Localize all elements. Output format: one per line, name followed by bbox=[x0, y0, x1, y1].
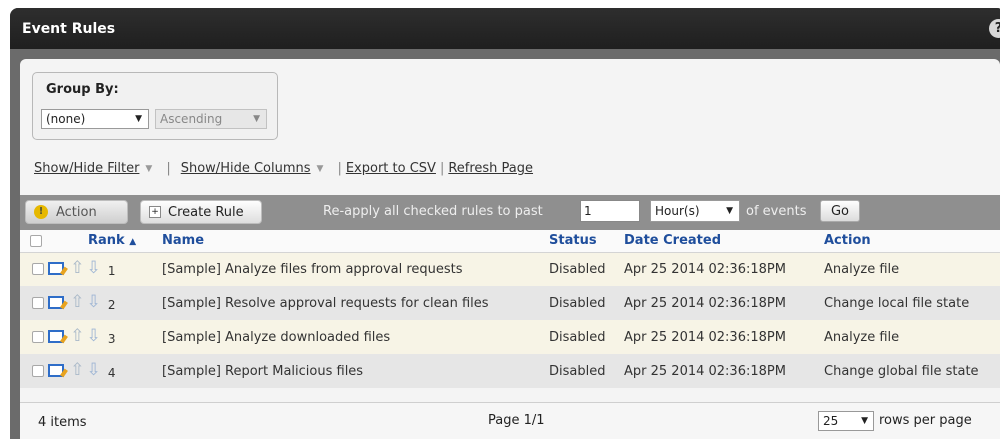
row-checkbox[interactable] bbox=[32, 262, 44, 275]
event-rules-panel: Event Rules ? Group By: (none) ▼ Ascendi… bbox=[10, 8, 1000, 439]
move-down-icon[interactable]: ⇩ bbox=[87, 294, 101, 311]
chevron-down-icon[interactable]: ▼ bbox=[317, 164, 324, 174]
reapply-label: Re-apply all checked rules to past bbox=[323, 204, 543, 219]
row-controls: ⇧ ⇩ 2 bbox=[20, 286, 162, 320]
go-button[interactable]: Go bbox=[820, 200, 860, 222]
table-row[interactable]: ⇧ ⇩ 1 [Sample] Analyze files from approva… bbox=[20, 252, 1000, 286]
divider: | bbox=[166, 161, 171, 176]
rule-date-created: Apr 25 2014 02:36:18PM bbox=[624, 252, 824, 286]
chevron-down-icon: ▼ bbox=[726, 206, 733, 216]
group-by-field-select[interactable]: (none) ▼ bbox=[41, 109, 149, 129]
edit-icon[interactable] bbox=[48, 330, 65, 343]
rows-per-page-select[interactable]: 25 ▼ bbox=[818, 411, 874, 431]
move-up-icon[interactable]: ⇧ bbox=[70, 328, 84, 345]
grid-toolbar: ! Action + Create Rule Re-apply all chec… bbox=[20, 195, 1000, 230]
row-checkbox[interactable] bbox=[32, 330, 44, 343]
divider: | bbox=[337, 161, 342, 176]
row-controls: ⇧ ⇩ 3 bbox=[20, 320, 162, 354]
row-checkbox[interactable] bbox=[32, 296, 44, 309]
items-count: 4 items bbox=[38, 415, 87, 430]
row-controls: ⇧ ⇩ 1 bbox=[20, 252, 162, 286]
table-row[interactable]: ⇧ ⇩ 3 [Sample] Analyze downloaded files D… bbox=[20, 320, 1000, 354]
edit-icon[interactable] bbox=[48, 364, 65, 377]
refresh-page-link[interactable]: Refresh Page bbox=[448, 161, 533, 176]
action-button[interactable]: ! Action bbox=[25, 200, 128, 224]
rule-status: Disabled bbox=[549, 252, 624, 286]
column-date-created[interactable]: Date Created bbox=[624, 230, 824, 253]
sort-ascending-icon: ▲ bbox=[129, 237, 137, 248]
edit-icon[interactable] bbox=[48, 296, 65, 309]
chevron-down-icon: ▼ bbox=[253, 114, 260, 124]
rule-name: [Sample] Resolve approval requests for c… bbox=[162, 286, 549, 320]
move-down-icon[interactable]: ⇩ bbox=[87, 260, 101, 277]
show-hide-filter-link[interactable]: Show/Hide Filter bbox=[34, 161, 139, 176]
column-action[interactable]: Action bbox=[824, 230, 1000, 253]
rule-name: [Sample] Report Malicious files bbox=[162, 354, 549, 388]
rank-value: 2 bbox=[107, 298, 116, 312]
table-row[interactable]: ⇧ ⇩ 2 [Sample] Resolve approval requests … bbox=[20, 286, 1000, 320]
group-by-order-select: Ascending ▼ bbox=[155, 109, 267, 129]
rule-status: Disabled bbox=[549, 354, 624, 388]
rule-status: Disabled bbox=[549, 286, 624, 320]
chevron-down-icon[interactable]: ▼ bbox=[145, 164, 152, 174]
select-all-checkbox[interactable] bbox=[30, 234, 42, 247]
rule-action: Change local file state bbox=[824, 286, 1000, 320]
title-bar: Event Rules ? bbox=[10, 8, 1000, 49]
table-header-row: Rank ▲ Name Status Date Created Action bbox=[20, 230, 1000, 253]
move-down-icon[interactable]: ⇩ bbox=[87, 362, 101, 379]
column-rank[interactable]: Rank ▲ bbox=[66, 230, 162, 253]
select-all-cell bbox=[20, 230, 66, 253]
add-document-icon: + bbox=[149, 206, 161, 218]
help-icon[interactable]: ? bbox=[989, 19, 1000, 38]
page-info: Page 1/1 bbox=[488, 413, 545, 428]
column-status[interactable]: Status bbox=[549, 230, 624, 253]
of-events-label: of events bbox=[746, 204, 807, 219]
page-title: Event Rules bbox=[22, 20, 116, 37]
group-by-label: Group By: bbox=[46, 82, 119, 97]
move-down-icon[interactable]: ⇩ bbox=[87, 328, 101, 345]
rank-value: 1 bbox=[107, 264, 116, 279]
column-name[interactable]: Name bbox=[162, 230, 549, 253]
rule-date-created: Apr 25 2014 02:36:18PM bbox=[624, 320, 824, 354]
edit-icon[interactable] bbox=[48, 262, 65, 276]
rules-table: Rank ▲ Name Status Date Created Action ⇧… bbox=[20, 230, 1000, 388]
grid-footer: 4 items Page 1/1 25 ▼ rows per page bbox=[20, 402, 1000, 439]
rank-value: 3 bbox=[107, 332, 116, 346]
content-area: Group By: (none) ▼ Ascending ▼ Show/Hide… bbox=[20, 59, 1000, 439]
chevron-down-icon: ▼ bbox=[861, 416, 868, 426]
rule-name: [Sample] Analyze downloaded files bbox=[162, 320, 549, 354]
table-row[interactable]: ⇧ ⇩ 4 [Sample] Report Malicious files Dis… bbox=[20, 354, 1000, 388]
rule-name: [Sample] Analyze files from approval req… bbox=[162, 252, 549, 286]
show-hide-columns-link[interactable]: Show/Hide Columns bbox=[181, 161, 311, 176]
rule-date-created: Apr 25 2014 02:36:18PM bbox=[624, 354, 824, 388]
rule-action: Change global file state bbox=[824, 354, 1000, 388]
chevron-down-icon: ▼ bbox=[135, 114, 142, 124]
rule-action: Analyze file bbox=[824, 252, 1000, 286]
time-unit-select[interactable]: Hour(s) ▼ bbox=[650, 200, 740, 222]
divider: | bbox=[439, 161, 445, 176]
grid-links: Show/Hide Filter ▼ | Show/Hide Columns ▼… bbox=[34, 161, 533, 176]
export-csv-link[interactable]: Export to CSV bbox=[346, 161, 436, 176]
rule-status: Disabled bbox=[549, 320, 624, 354]
rule-action: Analyze file bbox=[824, 320, 1000, 354]
rule-date-created: Apr 25 2014 02:36:18PM bbox=[624, 286, 824, 320]
move-up-icon[interactable]: ⇧ bbox=[70, 362, 84, 379]
create-rule-button[interactable]: + Create Rule bbox=[140, 200, 262, 224]
shield-icon: ! bbox=[34, 205, 48, 219]
rank-value: 4 bbox=[107, 366, 116, 380]
group-by-box: Group By: (none) ▼ Ascending ▼ bbox=[32, 72, 278, 140]
rows-per-page-label: rows per page bbox=[879, 413, 972, 428]
row-checkbox[interactable] bbox=[32, 364, 44, 377]
reapply-count-input[interactable]: 1 bbox=[580, 200, 640, 222]
move-up-icon[interactable]: ⇧ bbox=[70, 294, 84, 311]
move-up-icon[interactable]: ⇧ bbox=[70, 260, 84, 277]
row-controls: ⇧ ⇩ 4 bbox=[20, 354, 162, 388]
